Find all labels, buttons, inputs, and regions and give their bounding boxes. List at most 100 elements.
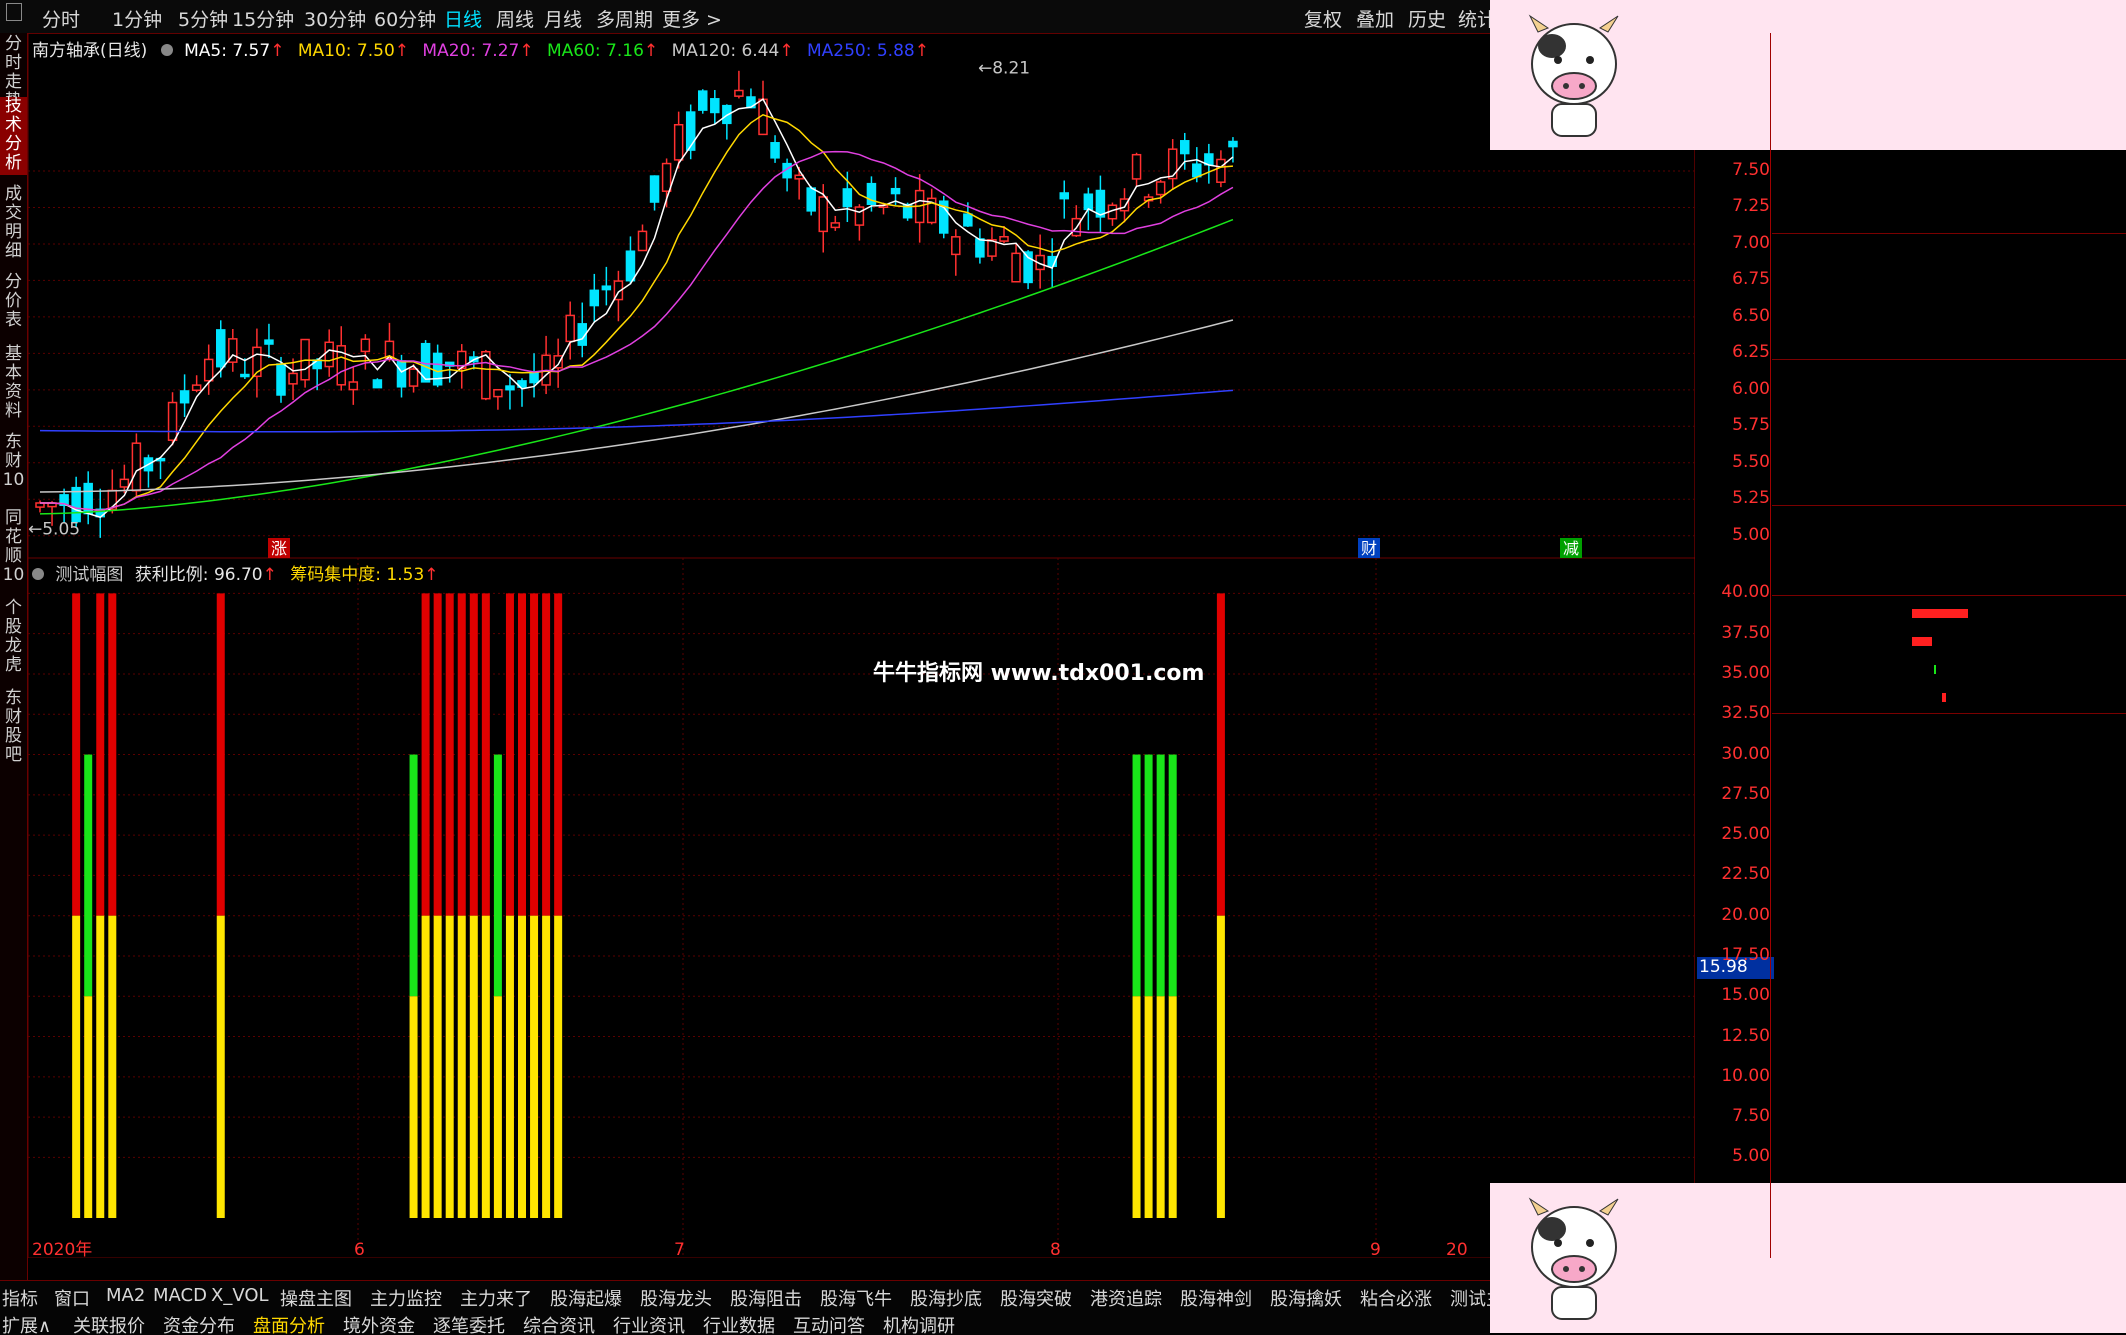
bottom-tab[interactable]: 扩展∧ [2, 1312, 51, 1335]
bottom-tab[interactable]: 指标 [2, 1285, 38, 1311]
period-toolbar: 分时 1分钟 5分钟 15分钟 30分钟 60分钟 日线 周线 月线 多周期 更… [0, 0, 1496, 34]
left-tab-price-table[interactable]: 分价表 [0, 273, 27, 333]
indicator-panel[interactable]: 测试幅图 获利比例: 96.70↑ 筹码集中度: 1.53↑ 2020年 6 7 8 9… [28, 558, 1695, 1258]
restore-rights-button[interactable]: 复权 [1304, 5, 1342, 32]
bottom-tab[interactable]: 股海神剑 [1180, 1285, 1252, 1311]
indicator-tabs: 指标 窗口 MA2 MACD X_VOL 操盘主图 主力监控 主力来了 股海起爆 股海龙头 股海阻击… [0, 1282, 1558, 1311]
indicator-tick: 27.50 [1721, 783, 1770, 804]
bottom-tab[interactable]: 股海抄底 [910, 1285, 982, 1311]
candle-body [589, 289, 600, 307]
tick-row [1772, 744, 2126, 771]
watermark-banner-top [1490, 0, 2126, 150]
watermark-banner-bottom [1490, 1183, 2126, 1333]
bottom-tab[interactable]: 资金分布 [163, 1312, 235, 1335]
period-tab-60m[interactable]: 60分钟 [374, 5, 436, 32]
profit-bar-red [518, 593, 526, 916]
period-tab-15m[interactable]: 15分钟 [232, 5, 294, 32]
left-tab-eastmoney[interactable]: 东财10 [0, 433, 27, 497]
bottom-tab[interactable]: 粘合必涨 [1360, 1285, 1432, 1311]
bottom-tab[interactable]: 股海突破 [1000, 1285, 1072, 1311]
left-tab-fenshi[interactable]: 分时走势 [0, 35, 27, 111]
fundamental-row [1772, 509, 2126, 536]
main-chart-panel[interactable]: 南方轴承(日线) MA5: 7.57↑ MA10: 7.50↑ MA20: 7.… [28, 33, 1695, 558]
candle-body [71, 486, 81, 523]
left-tab-fundamentals[interactable]: 基本资料 [0, 345, 27, 423]
bottom-tab[interactable]: 机构调研 [883, 1312, 955, 1335]
left-tab-ths[interactable]: 同花顺10 [0, 509, 27, 589]
ask-row [1772, 207, 2126, 234]
bottom-tab[interactable]: MA2 [106, 1285, 145, 1306]
overlay-button[interactable]: 叠加 [1356, 5, 1394, 32]
bid-row [1772, 318, 2126, 345]
candlestick-chart[interactable]: ←8.21 ←5.05 涨 财 减 [28, 33, 1695, 558]
profit-bar-green [1168, 754, 1177, 997]
history-button[interactable]: 历史 [1408, 5, 1446, 32]
bottom-toolbar: 指标 窗口 MA2 MACD X_VOL 操盘主图 主力监控 主力来了 股海起爆 股海龙头 股海阻击… [0, 1280, 1558, 1335]
candle-body [1083, 193, 1094, 211]
left-tab-strip: 分时走势 技术分析 成交明细 分价表 基本资料 东财10 同花顺10 个股龙虎 … [0, 33, 28, 1295]
period-tab-1m[interactable]: 1分钟 [112, 5, 162, 32]
profit-bar-yellow [542, 915, 551, 1218]
cow-logo-icon [1528, 1197, 1619, 1320]
candle-body [854, 206, 865, 226]
bottom-tab[interactable]: 股海起爆 [550, 1285, 622, 1311]
candle-body [565, 314, 575, 343]
left-tab-trades[interactable]: 成交明细 [0, 185, 27, 263]
bottom-tab[interactable]: 操盘主图 [280, 1285, 352, 1311]
flow-bar [1912, 609, 1968, 618]
bottom-tab[interactable]: 主力监控 [370, 1285, 442, 1311]
tick-row [1772, 1014, 2126, 1041]
app-window: { "toolbar":{"periods":["分时","1分钟","5分钟"… [0, 0, 2126, 1335]
period-tab-month[interactable]: 月线 [544, 5, 582, 32]
indicator-bar-chart[interactable]: 2020年 6 7 8 9 20 [28, 558, 1695, 1258]
period-tab-30m[interactable]: 30分钟 [304, 5, 366, 32]
panel-divider [1770, 33, 1771, 1258]
price-tick: 7.25 [1732, 196, 1770, 217]
candle-body [264, 339, 274, 345]
window-icon[interactable] [6, 3, 22, 21]
bottom-tab[interactable]: 互动问答 [793, 1312, 865, 1335]
period-tab-5m[interactable]: 5分钟 [178, 5, 228, 32]
bottom-tab[interactable]: 逐笔委托 [433, 1312, 505, 1335]
candle-body [432, 352, 443, 386]
candle-body [649, 175, 660, 203]
separator [1772, 359, 2126, 360]
bottom-tab[interactable]: 境外资金 [343, 1312, 415, 1335]
candle-body [770, 142, 780, 159]
left-tab-guba[interactable]: 东财股吧 [0, 689, 27, 767]
bottom-tab[interactable]: 股海阻击 [730, 1285, 802, 1311]
period-tab-multi[interactable]: 多周期 [596, 5, 653, 32]
period-tab-day[interactable]: 日线 [444, 5, 482, 32]
bottom-tab[interactable]: 盘面分析 [253, 1312, 325, 1335]
period-tab-week[interactable]: 周线 [496, 5, 534, 32]
profit-bar-yellow [505, 915, 514, 1218]
bottom-tab[interactable]: 股海龙头 [640, 1285, 712, 1311]
bottom-tab[interactable]: 窗口 [54, 1285, 90, 1311]
separator [1772, 713, 2126, 714]
quote-stat-row [1772, 363, 2126, 390]
candle-body [673, 123, 684, 161]
period-tab-fenshi[interactable]: 分时 [42, 5, 80, 32]
price-tick: 6.25 [1732, 342, 1770, 363]
bottom-tab[interactable]: 港资追踪 [1090, 1285, 1162, 1311]
period-tab-more[interactable]: 更多 > [662, 5, 722, 32]
bottom-tab[interactable]: 综合资讯 [523, 1312, 595, 1335]
profit-bar-yellow [1144, 996, 1153, 1218]
bottom-tab[interactable]: 主力来了 [460, 1285, 532, 1311]
bottom-tab[interactable]: 行业数据 [703, 1312, 775, 1335]
bottom-tab[interactable]: MACD [153, 1285, 207, 1306]
bottom-tab[interactable]: 行业资讯 [613, 1312, 685, 1335]
x-axis-label: 6 [354, 1240, 365, 1258]
tick-row [1772, 1122, 2126, 1149]
left-tab-dragon-tiger[interactable]: 个股龙虎 [0, 599, 27, 677]
bottom-tab[interactable]: X_VOL [211, 1285, 269, 1306]
profit-bar-yellow [1168, 996, 1177, 1218]
profit-bar-red [96, 593, 105, 916]
profit-bar-red [542, 593, 551, 916]
profit-bar-yellow [469, 915, 478, 1218]
bottom-tab[interactable]: 股海飞牛 [820, 1285, 892, 1311]
fund-flow-row [1772, 599, 2126, 626]
bottom-tab[interactable]: 股海擒妖 [1270, 1285, 1342, 1311]
bottom-tab[interactable]: 关联报价 [73, 1312, 145, 1335]
left-tab-technical[interactable]: 技术分析 [0, 97, 27, 175]
